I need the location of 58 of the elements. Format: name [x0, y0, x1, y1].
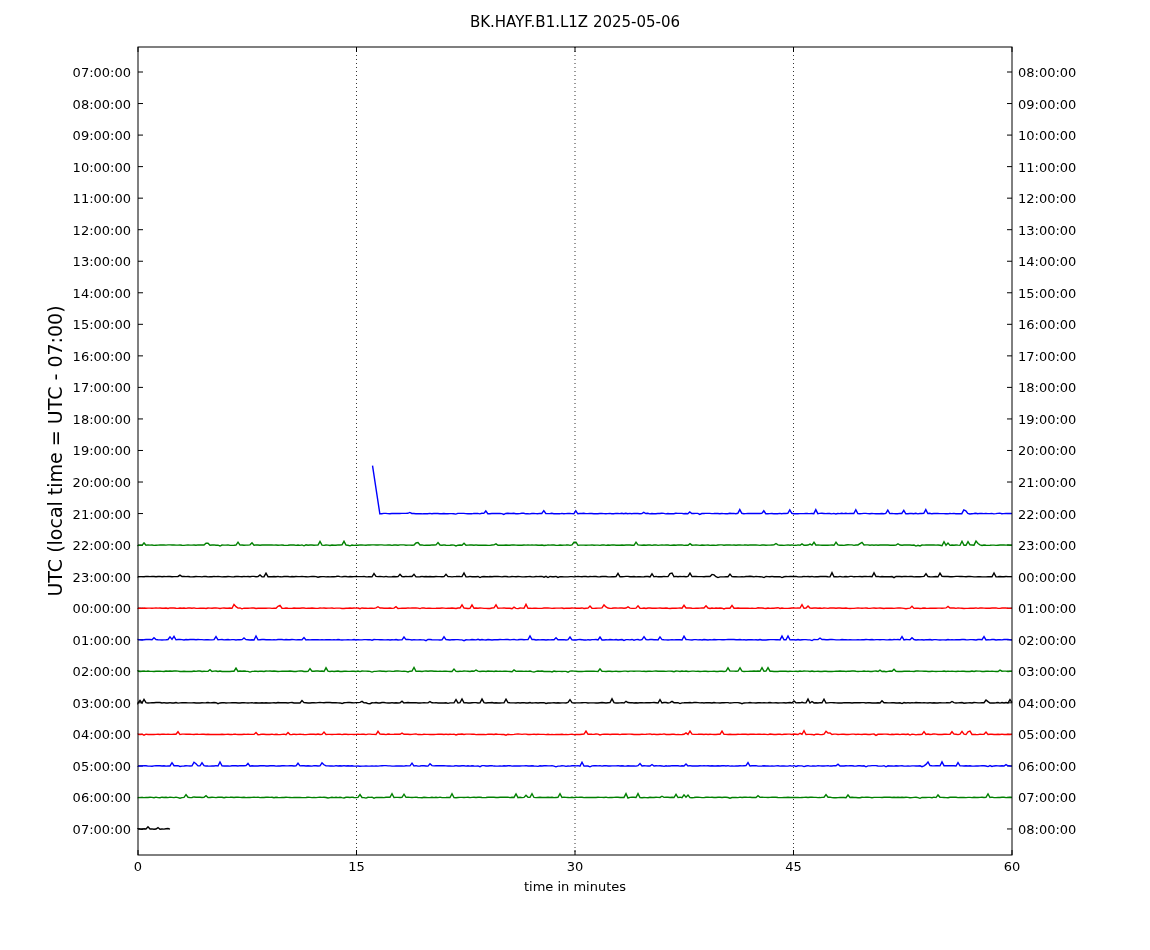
tick-label: 20:00:00	[72, 475, 131, 490]
tick-label: 18:00:00	[1018, 380, 1077, 396]
tick-label: 02:00:00	[1018, 632, 1077, 648]
tick-label: 07:00:00	[72, 821, 131, 837]
tick-label: 21:00:00	[72, 506, 131, 522]
tick-label: 07:00:00	[1018, 790, 1077, 806]
tick-label: 15	[348, 859, 365, 874]
tick-label: 00:00:00	[1018, 569, 1077, 585]
tick-label: 45	[785, 859, 802, 874]
tick-label: 10:00:00	[72, 159, 131, 175]
chart-title: BK.HAYF.B1.L1Z 2025-05-06	[469, 13, 681, 31]
tick-label: 12:00:00	[1018, 191, 1077, 207]
tick-label: 22:00:00	[72, 538, 131, 554]
tick-label: 15:00:00	[72, 317, 131, 333]
tick-label: 16:00:00	[72, 348, 131, 364]
tick-label: 04:00:00	[72, 727, 131, 743]
tick-label: 17:00:00	[1018, 348, 1077, 364]
tick-label: 06:00:00	[72, 790, 131, 806]
axis-label: time in minutes	[523, 879, 627, 894]
tick-label: 03:00:00	[72, 695, 131, 711]
tick-label: 05:00:00	[72, 758, 131, 774]
tick-label: 19:00:00	[72, 443, 131, 459]
tick-label: 21:00:00	[1018, 475, 1077, 490]
tick-label: 23:00:00	[72, 569, 131, 585]
tick-label: 11:00:00	[72, 191, 131, 207]
tick-label: 0	[133, 859, 143, 874]
tick-label: 16:00:00	[1018, 317, 1077, 333]
tick-label: 09:00:00	[1018, 96, 1077, 112]
tick-label: 08:00:00	[1018, 65, 1077, 80]
tick-label: 08:00:00	[1018, 821, 1077, 837]
tick-label: 12:00:00	[72, 222, 131, 238]
tick-label: 23:00:00	[1018, 538, 1077, 554]
tick-label: 15:00:00	[1018, 285, 1077, 301]
tick-label: 09:00:00	[72, 128, 131, 144]
tick-label: 00:00:00	[72, 601, 131, 617]
tick-label: 01:00:00	[1018, 601, 1077, 617]
tick-label: 18:00:00	[72, 411, 131, 427]
tick-label: 14:00:00	[72, 285, 131, 301]
tick-label: 11:00:00	[1018, 159, 1077, 175]
tick-label: 03:00:00	[1018, 664, 1077, 680]
tick-label: 60	[1003, 859, 1021, 874]
tick-label: 14:00:00	[1018, 254, 1077, 270]
tick-label: 01:00:00	[72, 632, 131, 648]
tick-label: 06:00:00	[1018, 758, 1077, 774]
tick-label: 07:00:00	[72, 65, 131, 80]
tick-label: 05:00:00	[1018, 727, 1077, 743]
tick-label: 19:00:00	[1018, 411, 1077, 427]
tick-label: 10:00:00	[1018, 128, 1077, 144]
tick-label: 22:00:00	[1018, 506, 1077, 522]
tick-label: 13:00:00	[72, 254, 131, 270]
tick-label: 30	[566, 859, 584, 874]
tick-label: 02:00:00	[72, 664, 131, 680]
tick-label: 04:00:00	[1018, 695, 1077, 711]
tick-label: 13:00:00	[1018, 222, 1077, 238]
tick-label: 08:00:00	[72, 96, 131, 112]
tick-label: 20:00:00	[1018, 443, 1077, 459]
tick-label: 17:00:00	[72, 380, 131, 396]
axis-label: UTC (local time = UTC - 07:00)	[44, 305, 66, 597]
